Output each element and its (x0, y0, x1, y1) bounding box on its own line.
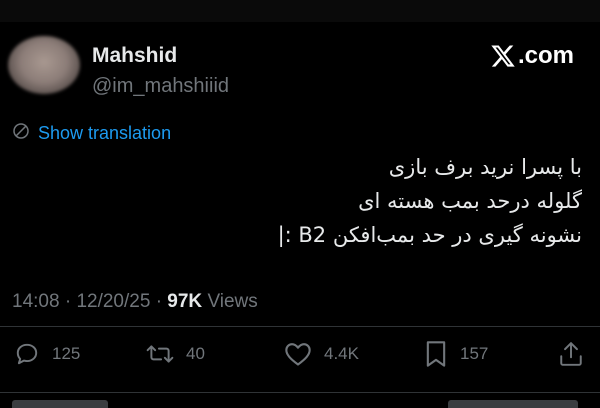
reply-count: 125 (52, 344, 81, 363)
repost-button[interactable]: 40 (146, 339, 205, 369)
divider (0, 326, 600, 327)
meta-separator: · (64, 291, 72, 312)
tweet-time[interactable]: 14:08 (12, 291, 60, 312)
tweet-line: با پسرا نرید برف بازی (388, 155, 582, 179)
top-strip (0, 0, 600, 22)
share-icon (559, 341, 583, 367)
bookmark-button[interactable]: 157 (424, 339, 488, 369)
globe-icon (12, 122, 30, 145)
author-name[interactable]: Mahshid (92, 44, 177, 68)
share-button[interactable] (559, 339, 583, 369)
reply-button[interactable]: 125 (14, 339, 80, 369)
bookmark-icon (424, 340, 448, 368)
brand-logo: .com (490, 40, 574, 72)
tweet-line: نشونه گیری در حد بمب‌افکن B2 :| (277, 223, 582, 247)
meta-separator: · (155, 291, 163, 312)
action-bar: 125 40 4.4K 157 (0, 339, 600, 369)
tweet-meta: 14:08 · 12/20/25 · 97K Views (12, 291, 258, 313)
tweet-date[interactable]: 12/20/25 (76, 291, 150, 312)
repost-icon (146, 341, 174, 367)
author-handle[interactable]: @im_mahshiiid (92, 75, 229, 98)
views-count: 97K (167, 291, 203, 312)
like-button[interactable]: 4.4K (284, 339, 359, 369)
bookmark-count: 157 (460, 344, 489, 363)
views-label: Views (207, 291, 258, 312)
next-content-peek (0, 398, 600, 408)
show-translation-link[interactable]: Show translation (12, 122, 171, 145)
like-count: 4.4K (324, 344, 359, 363)
repost-count: 40 (186, 344, 205, 363)
divider (0, 392, 600, 393)
tweet-line: گلوله درحد بمب هسته ای (358, 189, 582, 213)
avatar[interactable] (8, 36, 80, 94)
brand-domain: .com (517, 42, 574, 69)
tweet-text: با پسرا نرید برف بازی گلوله درحد بمب هست… (22, 150, 582, 252)
reply-icon (14, 341, 40, 367)
heart-icon (284, 341, 312, 367)
x-logo-icon (490, 43, 516, 69)
show-translation-label: Show translation (38, 123, 172, 143)
